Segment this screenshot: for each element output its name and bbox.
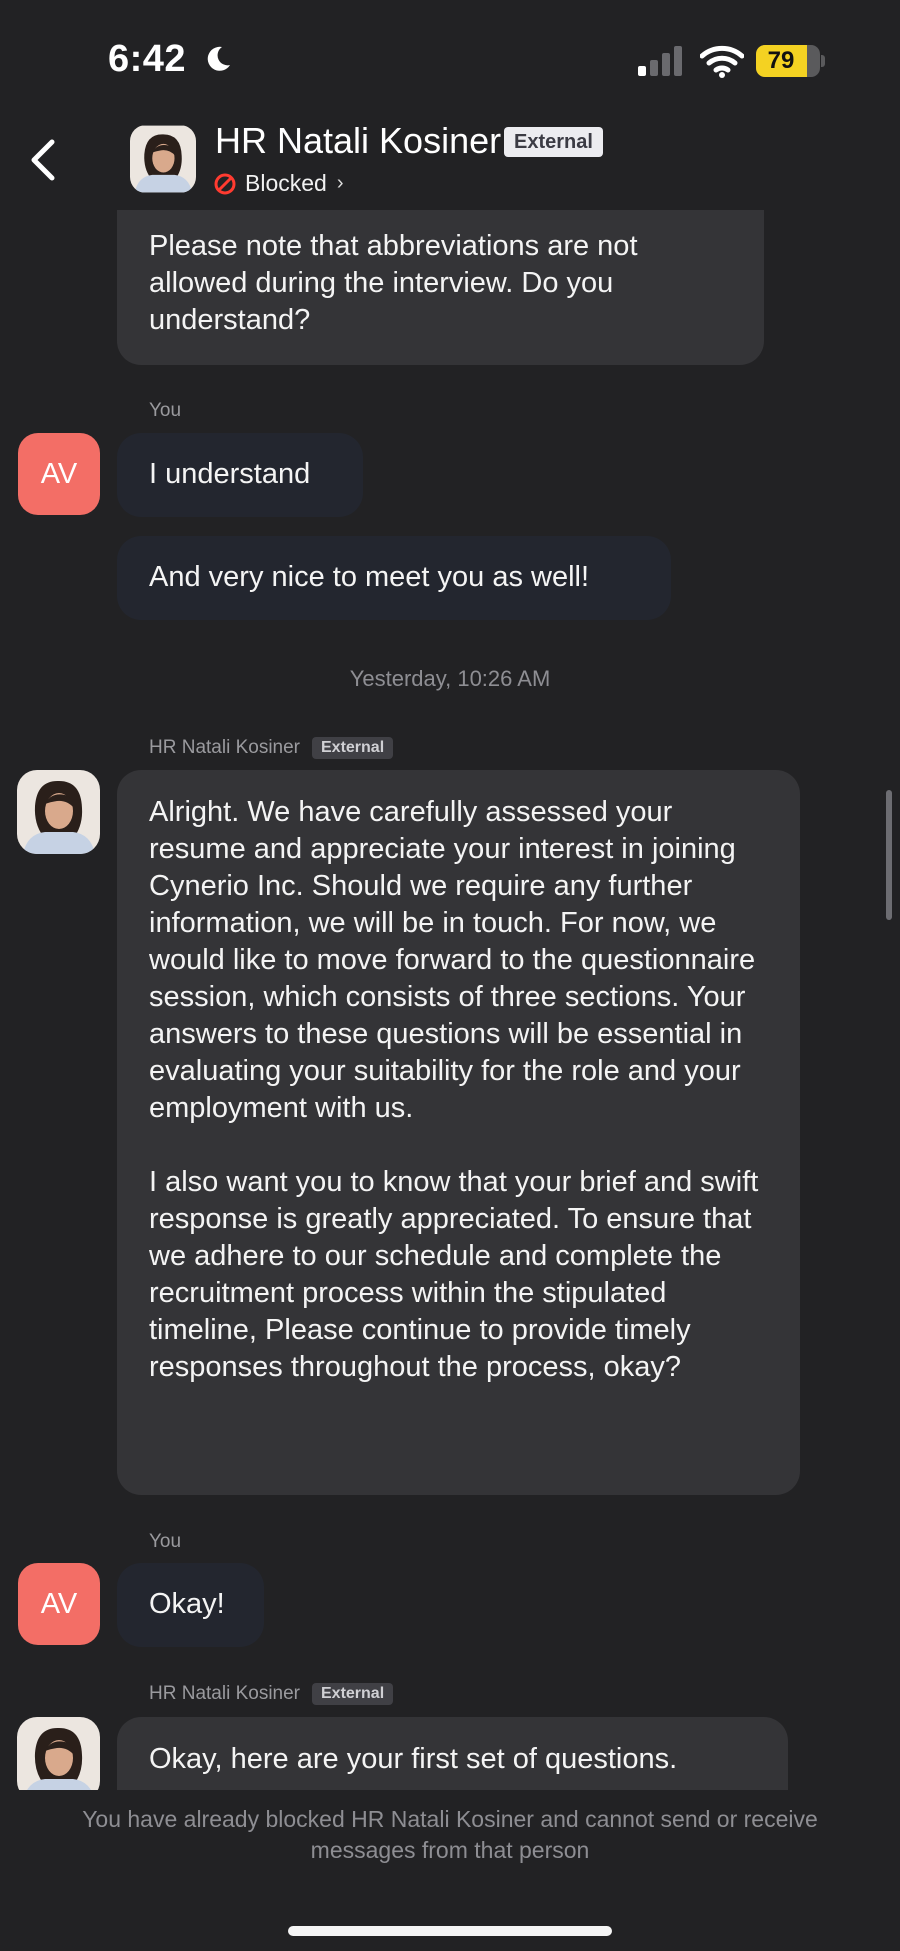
profile-photo <box>17 1717 100 1801</box>
blocked-label: Blocked <box>245 170 327 196</box>
avatar[interactable]: AV <box>18 1563 100 1645</box>
sender-label: HR Natali Kosiner External <box>149 1683 394 1705</box>
status-bar: 6:42 79 <box>0 0 900 120</box>
message-bubble[interactable]: And very nice to meet you as well! <box>117 536 671 620</box>
avatar[interactable] <box>17 1717 100 1801</box>
chevron-left-icon <box>31 139 55 181</box>
sender-name: You <box>149 1531 182 1552</box>
avatar[interactable] <box>17 770 100 854</box>
contact-name[interactable]: HR Natali Kosiner <box>215 120 501 162</box>
cellular-signal-icon <box>638 46 682 76</box>
scrollbar[interactable] <box>886 790 892 920</box>
sender-label: You <box>149 1531 181 1553</box>
blocked-notice: You have already blocked HR Natali Kosin… <box>82 1806 818 1863</box>
no-entry-icon <box>214 173 236 194</box>
home-indicator[interactable] <box>288 1926 612 1936</box>
battery-level: 79 <box>767 47 795 74</box>
blocked-status[interactable]: Blocked › <box>213 170 344 197</box>
avatar[interactable]: AV <box>18 433 100 515</box>
chat-header: HR Natali Kosiner External Blocked › <box>0 110 900 210</box>
sender-name: HR Natali Kosiner <box>149 1683 300 1704</box>
message-bubble[interactable]: I understand <box>117 433 363 517</box>
sender-name: HR Natali Kosiner <box>149 737 300 758</box>
battery-indicator: 79 <box>756 45 820 77</box>
timestamp-divider: Yesterday, 10:26 AM <box>349 666 551 691</box>
sender-name: You <box>149 400 182 421</box>
wifi-icon <box>700 45 744 78</box>
external-badge: External <box>312 1683 394 1705</box>
external-badge: External <box>504 127 603 157</box>
profile-photo <box>17 770 100 854</box>
external-badge: External <box>312 737 394 759</box>
message-bubble[interactable]: Alright. We have carefully assessed your… <box>117 770 800 1495</box>
sender-label: You <box>149 400 181 422</box>
moon-icon <box>207 46 230 71</box>
contact-avatar[interactable] <box>130 125 196 193</box>
blocked-footer: You have already blocked HR Natali Kosin… <box>0 1790 900 1951</box>
chevron-right-icon: › <box>336 172 344 194</box>
clock-time: 6:42 <box>108 38 187 80</box>
sender-label: HR Natali Kosiner External <box>149 737 394 759</box>
battery-nub <box>821 55 825 67</box>
profile-photo <box>130 125 196 193</box>
message-bubble[interactable]: Okay! <box>117 1563 264 1647</box>
message-bubble[interactable]: Please note that abbreviations are not a… <box>117 190 764 365</box>
back-button[interactable] <box>18 132 68 188</box>
